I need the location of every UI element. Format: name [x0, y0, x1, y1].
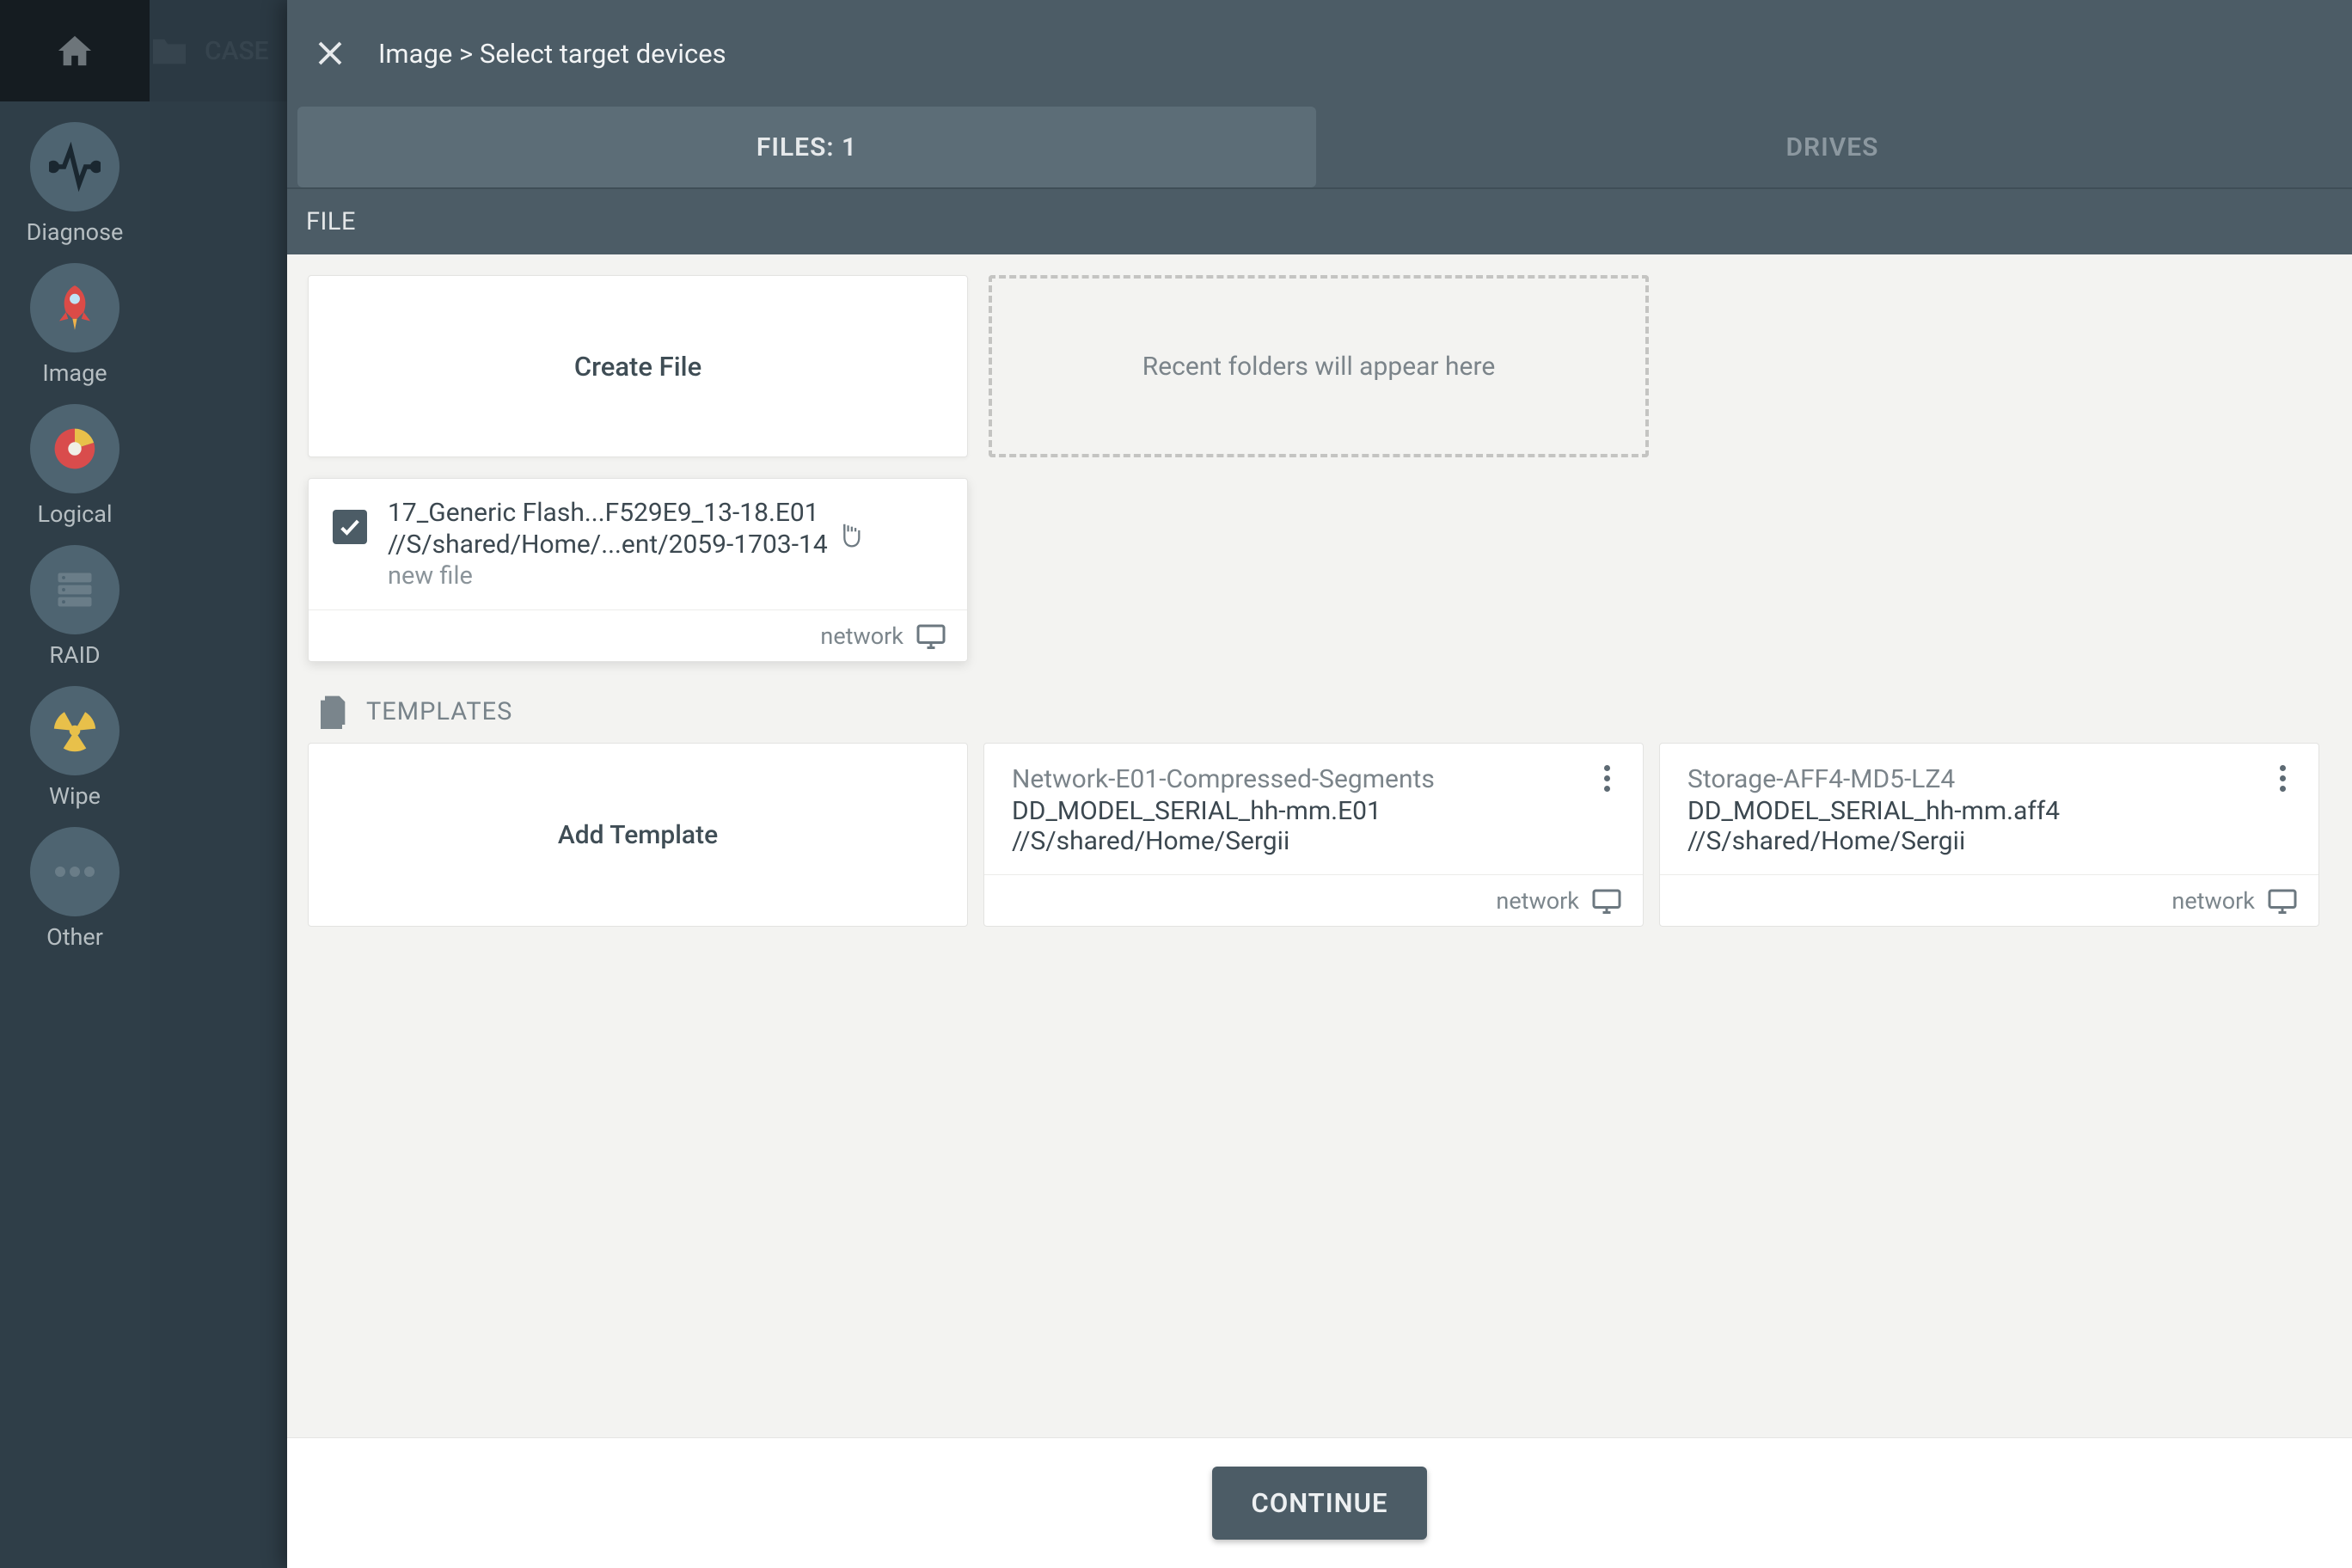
sidebar-item-other[interactable]: Other	[30, 827, 119, 951]
template-path: //S/shared/Home/Sergii	[1687, 826, 2291, 856]
continue-button[interactable]: CONTINUE	[1212, 1467, 1428, 1540]
close-icon	[315, 38, 346, 69]
file-card-footer: network	[309, 609, 967, 661]
template-footer: network	[1660, 874, 2318, 926]
template-card[interactable]: Network-E01-Compressed-Segments DD_MODEL…	[983, 743, 1644, 927]
dialog-breadcrumb: Image > Select target devices	[378, 38, 726, 70]
home-icon	[55, 33, 95, 69]
sidebar-item-diagnose[interactable]: Diagnose	[27, 122, 124, 246]
template-path: //S/shared/Home/Sergii	[1012, 826, 1615, 856]
dialog-footer: CONTINUE	[287, 1437, 2352, 1568]
sidebar-label: Wipe	[49, 782, 101, 810]
sidebar-label: Diagnose	[27, 218, 124, 246]
pie-chart-icon	[51, 425, 99, 473]
dialog-header: Image > Select target devices	[287, 0, 2352, 107]
templates-header: TEMPLATES	[308, 693, 2331, 731]
dialog-body: Create File Recent folders will appear h…	[287, 254, 2352, 1437]
templates-label: TEMPLATES	[366, 697, 512, 726]
sidebar-item-image[interactable]: Image	[30, 263, 119, 387]
file-location: network	[820, 622, 903, 650]
kebab-icon	[1604, 765, 1610, 771]
template-footer: network	[984, 874, 1643, 926]
sidebar-item-raid[interactable]: RAID	[30, 545, 119, 669]
monitor-icon	[2267, 888, 2298, 914]
template-menu-button[interactable]	[1589, 761, 1624, 795]
sidebar-item-wipe[interactable]: Wipe	[30, 686, 119, 810]
home-button[interactable]	[0, 33, 150, 69]
recent-folders-placeholder: Recent folders will appear here	[989, 275, 1649, 457]
rocket-icon	[48, 281, 101, 334]
dialog-tabs: FILES: 1 DRIVES	[287, 107, 2352, 187]
template-title: Network-E01-Compressed-Segments	[1012, 764, 1615, 794]
template-filename: DD_MODEL_SERIAL_hh-mm.aff4	[1687, 796, 2291, 826]
mouse-cursor-icon	[835, 520, 864, 553]
sidebar-label: Image	[42, 359, 107, 387]
server-icon	[52, 567, 97, 612]
add-template-button[interactable]: Add Template	[308, 743, 968, 927]
create-file-button[interactable]: Create File	[308, 275, 968, 457]
sidebar-label: RAID	[49, 641, 100, 669]
sidebar: Diagnose Image Logical RAID Wipe Other	[0, 101, 150, 1568]
template-filename: DD_MODEL_SERIAL_hh-mm.E01	[1012, 796, 1615, 826]
file-name: 17_Generic Flash...F529E9_13-18.E01	[388, 498, 828, 528]
tab-drives[interactable]: DRIVES	[1323, 107, 2342, 187]
selected-file-card[interactable]: 17_Generic Flash...F529E9_13-18.E01 //S/…	[308, 478, 968, 662]
sidebar-label: Logical	[37, 500, 112, 528]
sidebar-label: Other	[46, 923, 103, 951]
radioactive-icon	[50, 706, 100, 756]
file-checkbox[interactable]	[333, 510, 367, 544]
tab-files[interactable]: FILES: 1	[297, 107, 1316, 187]
monitor-icon	[916, 623, 946, 649]
templates-icon	[316, 693, 351, 731]
check-icon	[338, 515, 362, 539]
close-button[interactable]	[311, 34, 349, 72]
select-target-dialog: Image > Select target devices FILES: 1 D…	[287, 0, 2352, 1568]
template-location: network	[1496, 887, 1579, 915]
kebab-icon	[2280, 765, 2286, 771]
file-status: new file	[388, 561, 828, 591]
sidebar-item-logical[interactable]: Logical	[30, 404, 119, 528]
template-location: network	[2171, 887, 2255, 915]
template-menu-button[interactable]	[2265, 761, 2300, 795]
template-card[interactable]: Storage-AFF4-MD5-LZ4 DD_MODEL_SERIAL_hh-…	[1659, 743, 2319, 927]
template-title: Storage-AFF4-MD5-LZ4	[1687, 764, 2291, 794]
file-path: //S/shared/Home/...ent/2059-1703-14	[388, 530, 828, 560]
more-icon	[52, 863, 98, 880]
section-file: FILE	[287, 187, 2352, 254]
activity-icon	[49, 141, 101, 193]
monitor-icon	[1591, 888, 1622, 914]
